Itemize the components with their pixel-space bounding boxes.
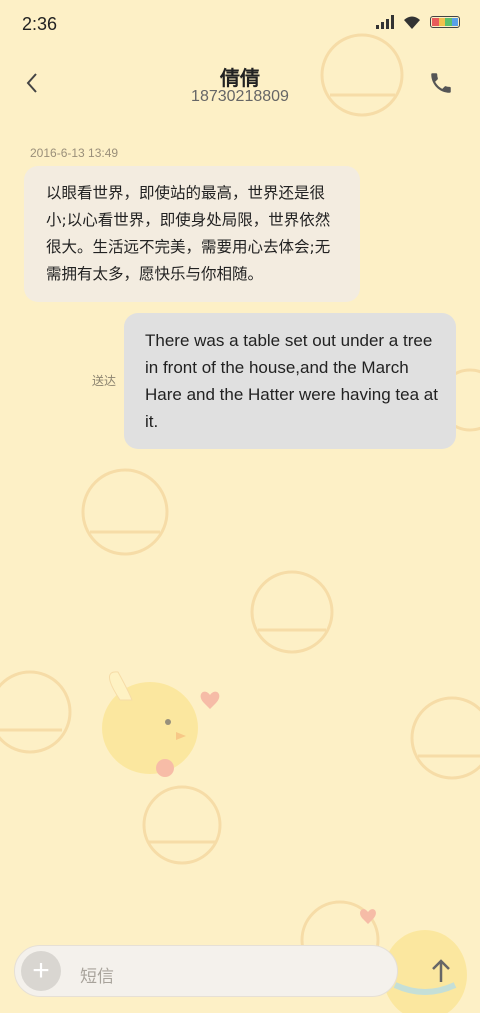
battery-icon (430, 16, 460, 28)
wifi-icon (404, 16, 420, 29)
status-icons (376, 14, 460, 30)
message-input-bar[interactable] (14, 945, 398, 997)
phone-icon[interactable] (428, 70, 454, 96)
status-time: 2:36 (22, 14, 58, 34)
incoming-message-bubble[interactable]: 以眼看世界，即使站的最高，世界还是很小;以心看世界，即使身处局限，世界依然很大。… (24, 166, 360, 302)
signal-icon (376, 15, 394, 29)
delivery-status: 送达 (92, 374, 117, 388)
plus-icon[interactable]: + (21, 951, 61, 991)
contact-name: 倩倩 (220, 68, 260, 90)
contact-phone-number: 18730218809 (191, 88, 289, 105)
message-input-placeholder[interactable]: 短信 (80, 962, 114, 987)
message-timestamp: 2016-6-13 13:49 (30, 146, 119, 160)
send-arrow-icon[interactable] (424, 954, 458, 988)
outgoing-message-bubble[interactable]: There was a table set out under a tree i… (124, 313, 456, 449)
